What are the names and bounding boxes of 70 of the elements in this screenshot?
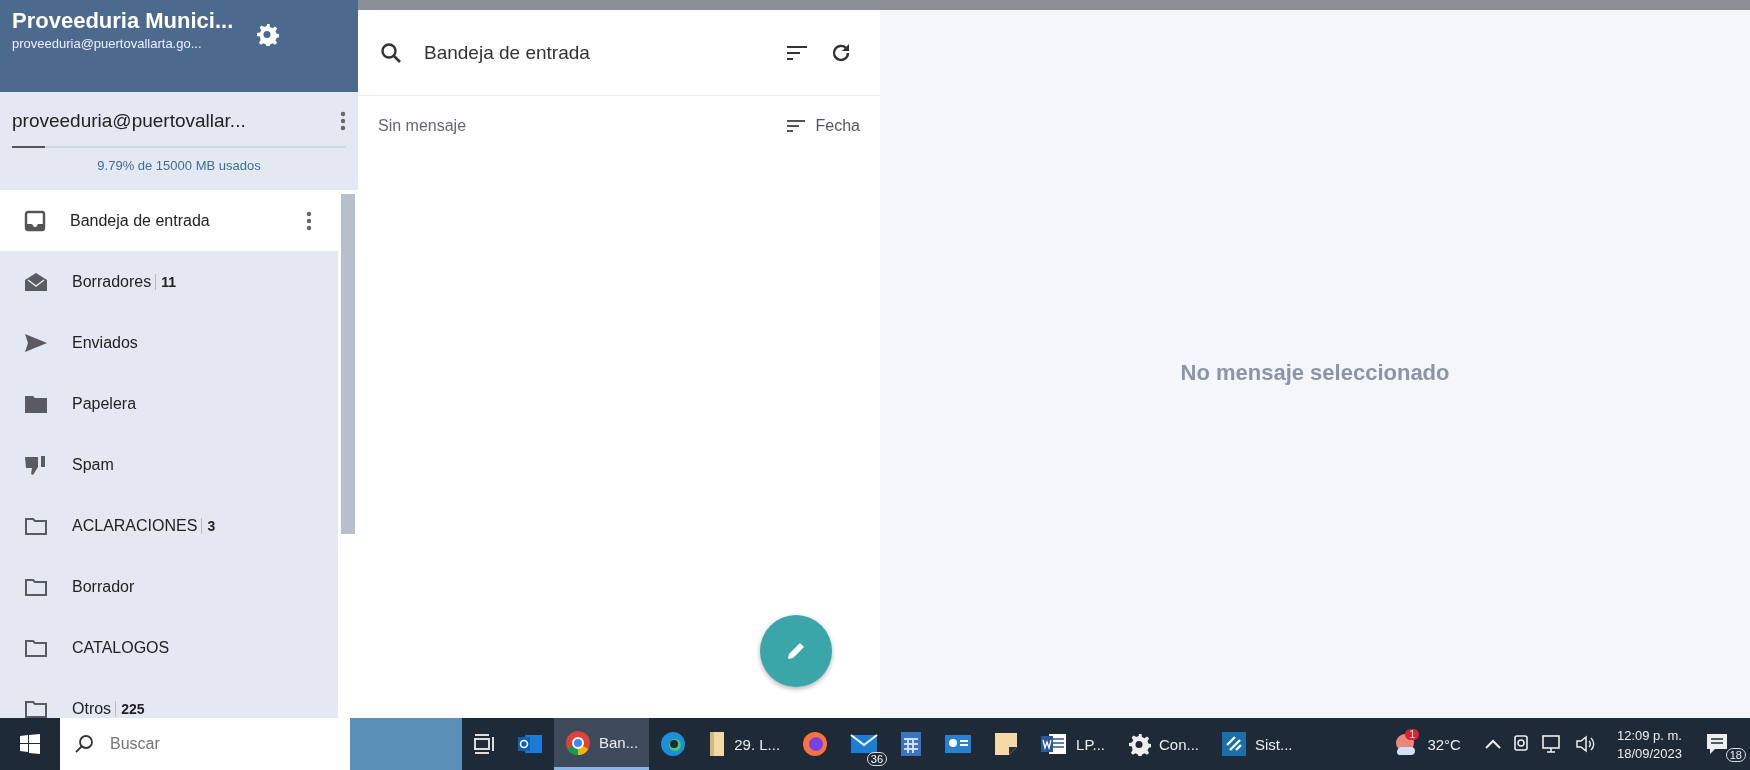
folder-item[interactable]: ACLARACIONES 3 [0, 495, 338, 556]
more-icon[interactable] [340, 111, 346, 131]
taskbar-app-button[interactable]: 36 [839, 718, 890, 770]
search-field[interactable]: Buscar [108, 734, 312, 754]
account-name[interactable]: proveeduria@puertovallar... [12, 110, 246, 132]
mail-app-icon[interactable] [517, 732, 543, 756]
sort-by-date-button[interactable]: Fecha [785, 117, 860, 135]
folder-title: Bandeja de entrada [424, 41, 591, 64]
taskbar-app-button[interactable]: 29. L... [697, 718, 792, 770]
notifications-button[interactable]: 18 [1694, 718, 1750, 770]
inbox-icon [24, 209, 46, 232]
chevron-up-icon[interactable] [1484, 739, 1501, 749]
notification-icon [1706, 733, 1728, 755]
folder-icon [24, 698, 48, 718]
folder-item[interactable]: Borradores 11 [0, 251, 338, 312]
empty-reading-pane-text: No mensaje seleccionado [1180, 360, 1450, 387]
envelope-icon[interactable] [850, 733, 879, 755]
envelope-icon [24, 271, 48, 292]
folder-icon [24, 576, 48, 597]
browser-icon[interactable] [660, 731, 687, 757]
count-badge: 18 [1725, 748, 1746, 762]
contact-card-icon[interactable] [944, 733, 973, 755]
speaker-icon[interactable] [1574, 735, 1595, 753]
scrollbar[interactable] [338, 190, 358, 718]
folder-item[interactable]: Enviados [0, 312, 338, 373]
empty-list-text: Sin mensaje [378, 117, 467, 135]
folder-item[interactable]: Bandeja de entrada [0, 190, 338, 251]
taskbar-search-field[interactable]: Buscar [60, 718, 350, 770]
folder-icon [24, 515, 48, 536]
browser-icon[interactable] [802, 731, 829, 757]
browser-icon[interactable] [565, 729, 591, 756]
taskbar-app-button[interactable]: Con... [1116, 718, 1211, 770]
taskbar-clock[interactable]: 12:09 p. m. 18/09/2023 [1604, 727, 1694, 761]
pencil-icon [785, 640, 807, 662]
folder-item[interactable]: CATALOGOS [0, 617, 338, 678]
weather-widget[interactable]: 1 32°C [1379, 732, 1475, 756]
folder-item[interactable]: Papelera [0, 373, 338, 434]
account-email: proveeduria@puertovallarta.go... [12, 36, 203, 51]
more-icon[interactable] [306, 210, 312, 231]
app-icon[interactable] [1221, 731, 1248, 757]
temperature-text: 32°C [1427, 735, 1461, 753]
search-icon [74, 734, 94, 754]
search-icon[interactable] [380, 41, 402, 64]
taskbar-app-button[interactable]: LP... [1029, 718, 1116, 770]
calculator-icon[interactable] [900, 731, 923, 757]
document-app-icon[interactable] [1040, 732, 1069, 756]
windows-logo-icon [20, 734, 40, 754]
thumbs-down-icon [24, 453, 48, 476]
sort-icon[interactable] [786, 44, 808, 61]
task-view-icon[interactable] [473, 734, 495, 754]
taskbar-app-button[interactable]: Ban... [554, 718, 650, 770]
folder-item[interactable]: Borrador [0, 556, 338, 617]
folder-icon [24, 393, 48, 414]
count-badge: 36 [866, 752, 888, 766]
network-icon[interactable] [1540, 734, 1563, 754]
document-icon[interactable] [708, 731, 727, 757]
sort-icon [785, 119, 806, 133]
taskbar-app-button[interactable]: Sist... [1210, 718, 1304, 770]
account-title: Proveeduria Munici... [12, 8, 234, 34]
alert-badge: 1 [1405, 729, 1419, 740]
compose-button[interactable] [760, 615, 832, 687]
camera-icon[interactable] [1512, 734, 1529, 754]
folder-icon [24, 637, 48, 658]
send-icon [24, 332, 48, 353]
settings-icon[interactable] [255, 22, 280, 46]
folder-item[interactable]: Otros 225 [0, 678, 338, 718]
sticky-note-icon[interactable] [994, 732, 1019, 756]
settings-icon[interactable] [1127, 732, 1151, 756]
storage-usage-text: 9.79% de 15000 MB usados [96, 158, 262, 173]
folder-item[interactable]: Spam [0, 434, 338, 495]
